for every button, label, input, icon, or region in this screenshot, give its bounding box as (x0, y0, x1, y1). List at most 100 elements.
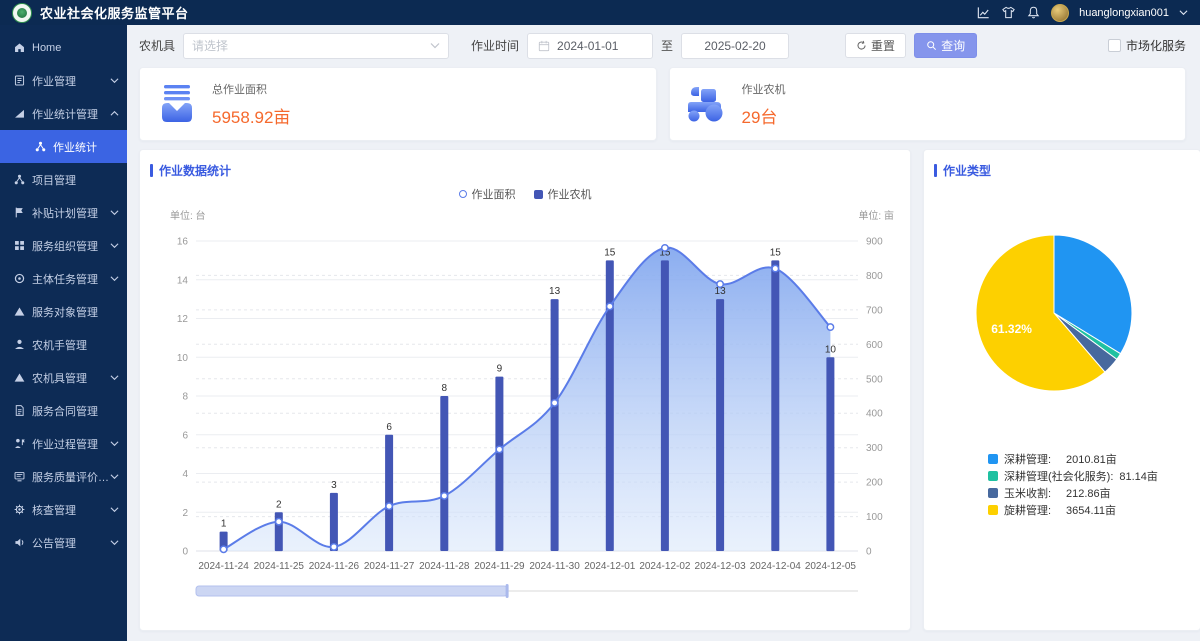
pie-chart[interactable]: 61.32% (924, 205, 1200, 440)
marketized-service-label: 市场化服务 (1126, 37, 1186, 54)
username[interactable]: huanglongxian001 (1079, 7, 1169, 19)
pie-legend-item[interactable]: 玉米收割:212.86亩 (988, 484, 1200, 501)
svg-text:6: 6 (182, 430, 188, 441)
sidebar-item-label: 农机手管理 (32, 337, 87, 353)
search-icon (926, 40, 937, 51)
chevron-down-icon (110, 209, 119, 216)
pie-legend-value: 212.86亩 (1066, 485, 1111, 501)
sidebar-item-inspection-management[interactable]: 核查管理 (0, 493, 127, 526)
svg-text:200: 200 (866, 478, 883, 489)
svg-text:13: 13 (549, 286, 561, 297)
sidebar-item-job-management[interactable]: 作业管理 (0, 64, 127, 97)
datazoom-window[interactable] (196, 586, 507, 596)
sidebar-item-label: 公告管理 (32, 535, 76, 551)
user-avatar[interactable] (1051, 4, 1069, 22)
work-time-from-input[interactable]: 2024-01-01 (527, 33, 653, 59)
date-separator: 至 (661, 37, 673, 54)
app-header: 农业社会化服务监管平台 huanglongxian001 (0, 0, 1200, 25)
bar (826, 357, 834, 551)
pie-legend-marker (988, 471, 998, 481)
svg-text:2024-12-05: 2024-12-05 (805, 561, 857, 572)
sidebar-item-service-contract-management[interactable]: 服务合同管理 (0, 394, 127, 427)
legend-label: 作业面积 (472, 186, 516, 202)
refresh-icon (856, 40, 867, 51)
sidebar-item-home[interactable]: Home (0, 31, 127, 64)
sidebar-item-subsidy-plan-management[interactable]: 补贴计划管理 (0, 196, 127, 229)
datazoom-handle[interactable] (506, 584, 509, 598)
svg-text:100: 100 (866, 512, 883, 523)
layers-icon (13, 470, 26, 483)
share-icon (34, 140, 47, 153)
svg-text:800: 800 (866, 271, 883, 282)
app-title: 农业社会化服务监管平台 (40, 3, 189, 22)
theme-shirt-icon[interactable] (1001, 5, 1016, 20)
bar (330, 493, 338, 551)
pie-legend-item[interactable]: 深耕管理:2010.81亩 (988, 450, 1200, 467)
svg-text:8: 8 (442, 383, 448, 394)
sidebar-item-service-org-management[interactable]: 服务组织管理 (0, 229, 127, 262)
user-menu-chevron-down-icon[interactable] (1179, 9, 1188, 16)
pie-legend-label: 深耕管理: (1004, 451, 1060, 467)
svg-text:1: 1 (221, 519, 227, 530)
job-type-card: 作业类型 61.32% 深耕管理:2010.81亩深耕管理(社会化服务):81.… (923, 149, 1200, 631)
working-machines-card: 作业农机 29台 (669, 67, 1187, 141)
combo-chart-legend: 作业面积 作业农机 (140, 183, 910, 205)
pie-legend-label: 深耕管理(社会化服务): (1004, 468, 1113, 484)
notification-bell-icon[interactable] (1026, 5, 1041, 20)
sidebar-item-job-statistics-management[interactable]: 作业统计管理 (0, 97, 127, 130)
svg-text:300: 300 (866, 443, 883, 454)
date-from-value: 2024-01-01 (557, 39, 618, 53)
svg-text:900: 900 (866, 237, 883, 248)
legend-label: 作业农机 (548, 186, 592, 202)
working-machines-label: 作业农机 (742, 81, 786, 97)
svg-text:2024-11-28: 2024-11-28 (419, 561, 470, 572)
gear-icon (13, 503, 26, 516)
sidebar-item-label: 项目管理 (32, 172, 76, 188)
work-time-to-input[interactable]: 2025-02-20 (681, 33, 789, 59)
sidebar-item-machinery-management[interactable]: 农机具管理 (0, 361, 127, 394)
sidebar-item-label: 作业管理 (32, 73, 76, 89)
svg-text:6: 6 (386, 422, 392, 433)
chevron-down-icon (110, 275, 119, 282)
sidebar-item-label: 作业统计管理 (32, 106, 98, 122)
charts-row: 作业数据统计 作业面积作业农机 024681012141601002003004… (139, 149, 1186, 631)
svg-text:2024-11-30: 2024-11-30 (529, 561, 580, 572)
sidebar-item-service-object-management[interactable]: 服务对象管理 (0, 295, 127, 328)
sidebar-item-job-statistics[interactable]: 作业统计 (0, 130, 127, 163)
pie-legend-marker (988, 454, 998, 464)
file-icon (13, 404, 26, 417)
combo-chart[interactable]: 0246810121416010020030040050060070080090… (154, 205, 896, 610)
pie-legend-item[interactable]: 深耕管理(社会化服务):81.14亩 (988, 467, 1200, 484)
svg-text:0: 0 (182, 547, 188, 558)
reset-button[interactable]: 重置 (845, 33, 906, 58)
sidebar-item-service-evaluation-management[interactable]: 服务质量评价管理 (0, 460, 127, 493)
sidebar-item-job-process-management[interactable]: 作业过程管理 (0, 427, 127, 460)
pie-legend-item[interactable]: 旋耕管理:3654.11亩 (988, 501, 1200, 518)
person-flag-icon (13, 437, 26, 450)
speaker-icon (13, 536, 26, 549)
sidebar-item-subject-task-management[interactable]: 主体任务管理 (0, 262, 127, 295)
marketized-service-checkbox[interactable] (1108, 39, 1121, 52)
line-chart-icon[interactable] (976, 5, 991, 20)
svg-text:2024-12-01: 2024-12-01 (584, 561, 636, 572)
pie-legend-label: 旋耕管理: (1004, 502, 1060, 518)
work-time-label: 作业时间 (471, 37, 519, 54)
svg-text:单位: 台: 单位: 台 (170, 209, 206, 222)
legend-item-bar[interactable]: 作业农机 (534, 186, 592, 202)
machine-select[interactable]: 请选择 (183, 33, 449, 59)
share-icon (13, 173, 26, 186)
sidebar-item-project-management[interactable]: 项目管理 (0, 163, 127, 196)
search-button[interactable]: 查询 (914, 33, 977, 58)
svg-text:2024-12-04: 2024-12-04 (750, 561, 802, 572)
pyramid-icon (13, 371, 26, 384)
marketized-service-option[interactable]: 市场化服务 (1108, 37, 1186, 54)
pie-chart-title: 作业类型 (943, 162, 991, 179)
sidebar-item-machine-operator-management[interactable]: 农机手管理 (0, 328, 127, 361)
svg-text:400: 400 (866, 409, 883, 420)
title-accent-bar (934, 164, 937, 177)
main-content: 农机具 请选择 作业时间 2024-01-01 至 2025-02-20 重置 … (127, 25, 1200, 641)
sidebar-item-announcement-management[interactable]: 公告管理 (0, 526, 127, 559)
legend-item-line[interactable]: 作业面积 (459, 186, 516, 202)
combo-chart-title-row: 作业数据统计 (140, 150, 910, 179)
app-root: 农业社会化服务监管平台 huanglongxian001 Home 作业管理作业统… (0, 0, 1200, 641)
